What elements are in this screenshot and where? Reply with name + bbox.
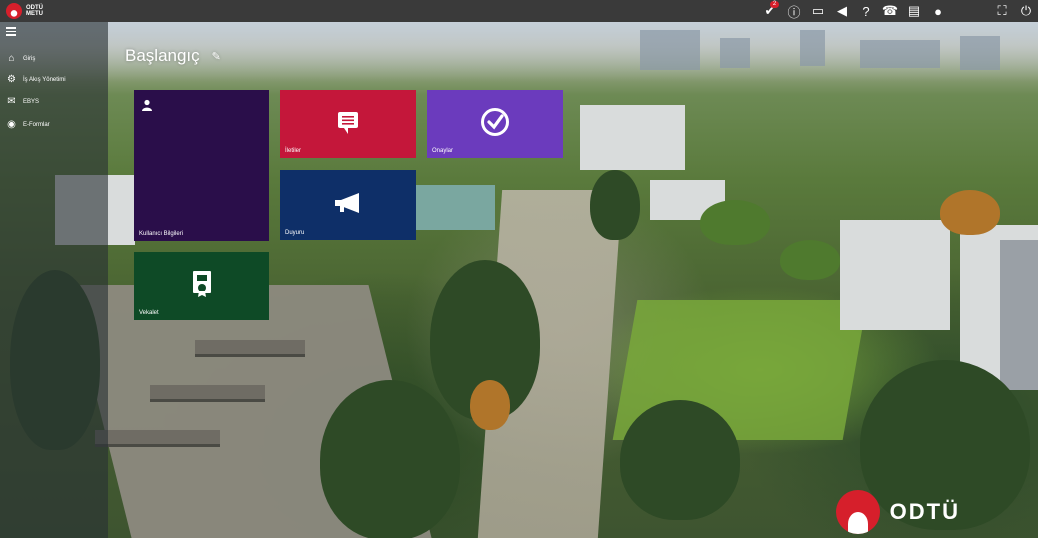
topbar-actions: ✔ 2 ⓘ ▭ ◀ ? ☎ ▤ ● ⛶ ⏻ <box>758 0 1038 22</box>
eforms-icon: ◉ <box>7 119 16 130</box>
approvals-icon[interactable]: ✔ 2 <box>758 0 782 22</box>
certificate-icon <box>190 268 214 300</box>
sidebar: ⌂ Giriş ⚙ İş Akış Yönetimi ✉ EBYS ◉ E-Fo… <box>0 22 108 538</box>
sidebar-item-label: EBYS <box>23 98 40 105</box>
odtu-logo-icon <box>835 490 880 534</box>
sidebar-item-eforms[interactable]: ◉ E-Formlar <box>6 119 50 130</box>
fullscreen-icon[interactable]: ⛶ <box>990 0 1014 22</box>
page-title: Başlangıç ✎ <box>125 46 221 66</box>
check-circle-icon <box>479 106 511 138</box>
brand-name-line2: METU <box>26 11 43 17</box>
help-icon[interactable]: ? <box>854 0 878 22</box>
tile-approvals[interactable]: Onaylar <box>427 90 563 158</box>
phone-icon[interactable]: ☎ <box>878 0 902 22</box>
tile-label: Onaylar <box>432 148 454 154</box>
odtu-logo-icon <box>6 3 22 19</box>
messages-icon[interactable]: ▭ <box>806 0 830 22</box>
tile-label: Duyuru <box>285 230 305 236</box>
footer-odtu-logo: ODTÜ <box>835 490 960 534</box>
tile-label: İletiler <box>285 148 302 154</box>
tile-messages[interactable]: İletiler <box>280 90 416 158</box>
power-icon[interactable]: ⏻ <box>1014 0 1038 22</box>
home-icon: ⌂ <box>8 53 15 64</box>
tile-label: Kullanıcı Bilgileri <box>139 231 184 237</box>
workflow-icon: ⚙ <box>7 74 16 85</box>
ebys-icon: ✉ <box>7 96 16 107</box>
user-icon[interactable]: ● <box>926 0 950 22</box>
page-title-text: Başlangıç <box>125 46 200 65</box>
sidebar-item-ebys[interactable]: ✉ EBYS <box>6 96 39 107</box>
sidebar-item-label: Giriş <box>23 55 36 62</box>
announcement-icon[interactable]: ◀ <box>830 0 854 22</box>
sidebar-item-label: İş Akış Yönetimi <box>23 76 66 83</box>
footer-logo-text: ODTÜ <box>889 499 960 524</box>
tile-label: Vekalet <box>139 310 159 316</box>
message-icon <box>333 108 363 138</box>
edit-layout-icon[interactable]: ✎ <box>212 50 221 63</box>
sidebar-item-workflow[interactable]: ⚙ İş Akış Yönetimi <box>6 74 66 85</box>
document-icon[interactable]: ▤ <box>902 0 926 22</box>
brand-logo[interactable]: ODTÜ METU <box>6 3 43 19</box>
tile-announcement[interactable]: Duyuru <box>280 170 416 240</box>
approvals-badge: 2 <box>770 1 779 8</box>
menu-toggle-icon[interactable] <box>6 27 16 38</box>
user-icon <box>140 98 154 112</box>
sidebar-item-label: E-Formlar <box>23 121 50 128</box>
tile-user-info[interactable]: Kullanıcı Bilgileri <box>134 90 269 241</box>
tile-proxy[interactable]: Vekalet <box>134 252 269 320</box>
sidebar-item-giris[interactable]: ⌂ Giriş <box>6 53 35 64</box>
megaphone-icon <box>332 190 364 216</box>
top-bar: ODTÜ METU ✔ 2 ⓘ ▭ ◀ ? ☎ ▤ ● ⛶ ⏻ <box>0 0 1038 22</box>
info-icon[interactable]: ⓘ <box>782 0 806 22</box>
